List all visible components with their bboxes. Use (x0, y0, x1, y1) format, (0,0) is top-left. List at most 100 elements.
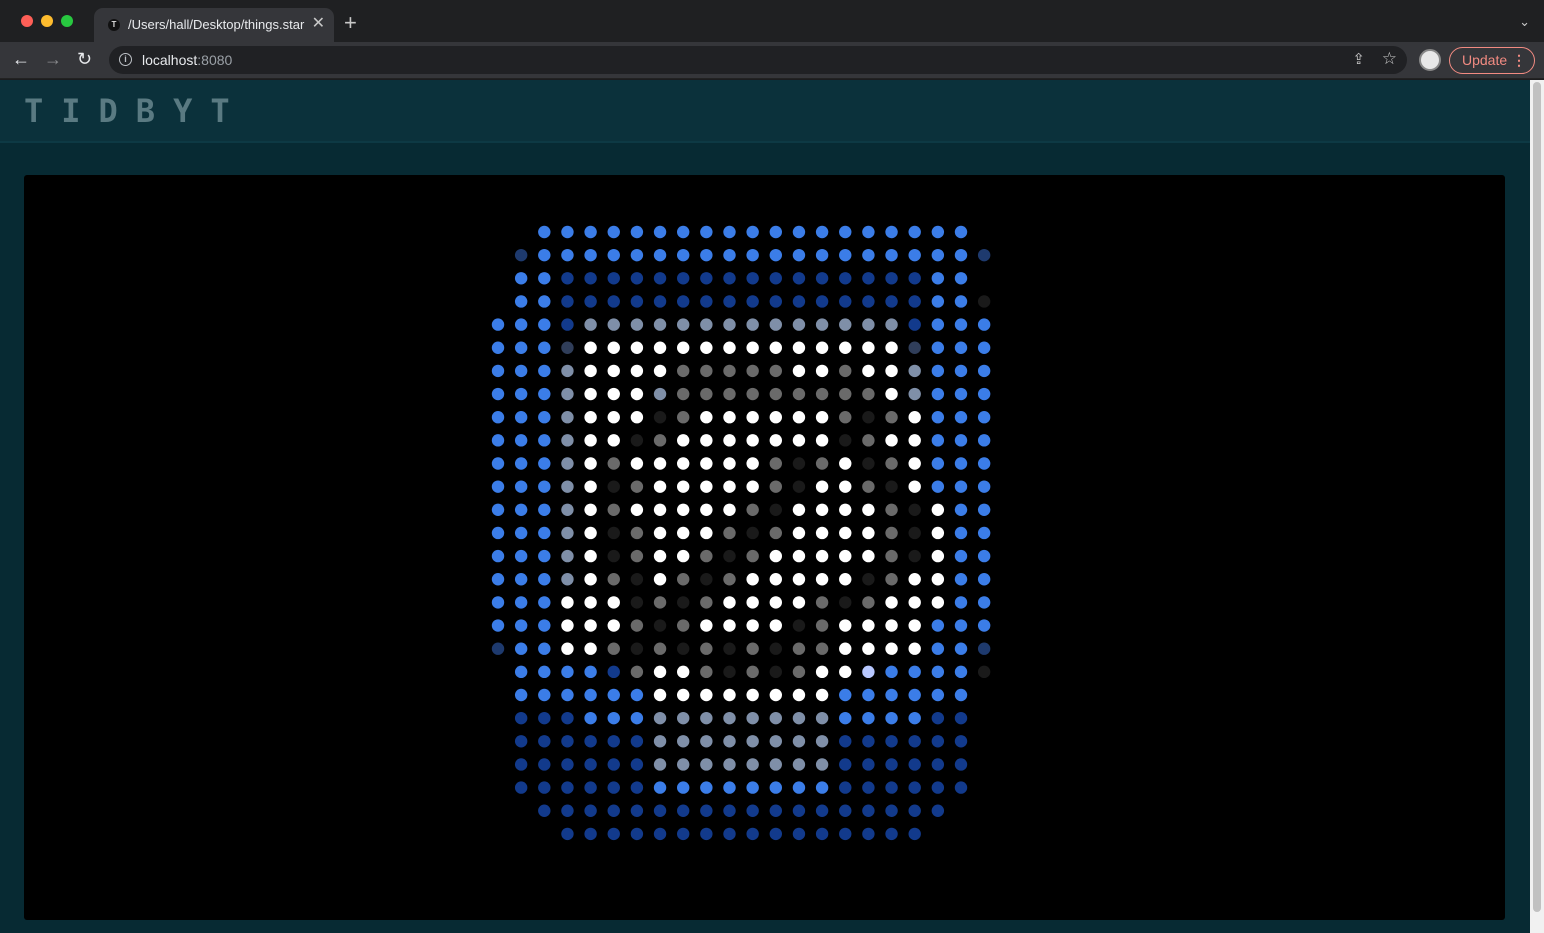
update-button[interactable]: Update ⋮ (1449, 47, 1535, 74)
led-pixel (931, 526, 945, 540)
led-pixel (931, 781, 945, 794)
led-pixel (653, 225, 667, 239)
led-pixel (607, 735, 620, 748)
led-pixel (584, 827, 597, 841)
led-pixel (630, 503, 644, 516)
minimize-window-button[interactable] (41, 15, 53, 27)
led-pixel (538, 295, 551, 308)
led-pixel (653, 827, 667, 841)
led-pixel (653, 434, 667, 447)
led-pixel (630, 711, 644, 725)
led-pixel (815, 827, 829, 841)
led-pixel (607, 434, 620, 447)
led-pixel (561, 295, 574, 308)
led-pixel (839, 272, 852, 285)
led-pixel (700, 781, 713, 794)
url-text[interactable]: localhost:8080 (142, 52, 232, 68)
close-icon[interactable]: ✕ (312, 15, 325, 33)
led-pixel (584, 735, 597, 748)
led-pixel (792, 781, 806, 794)
led-pixel (677, 457, 690, 470)
led-pixel (815, 665, 829, 679)
led-pixel (885, 272, 898, 285)
led-pixel (700, 364, 713, 378)
led-pixel (839, 387, 852, 401)
led-pixel (677, 596, 690, 609)
led-pixel (630, 735, 644, 748)
led-pixel (885, 573, 898, 586)
led-pixel (538, 711, 551, 725)
maximize-window-button[interactable] (61, 15, 73, 27)
led-pixel (908, 619, 921, 632)
led-pixel (514, 272, 528, 285)
led-pixel (746, 596, 759, 609)
led-pixel (700, 387, 713, 401)
browser-tab[interactable]: T /Users/hall/Desktop/things.star ✕ (94, 8, 334, 42)
scroll-thumb[interactable] (1533, 82, 1541, 912)
led-pixel (931, 688, 945, 702)
led-pixel (839, 295, 852, 308)
plus-icon[interactable]: + (344, 12, 357, 34)
profile-avatar[interactable] (1419, 49, 1441, 71)
more-menu-icon[interactable]: ⋮ (1512, 48, 1526, 73)
tab-title: /Users/hall/Desktop/things.star (128, 17, 305, 32)
led-pixel (677, 434, 690, 447)
led-pixel (630, 318, 644, 331)
led-pixel (607, 248, 620, 262)
led-pixel (630, 457, 644, 470)
led-pixel (885, 758, 898, 771)
led-pixel (815, 758, 829, 771)
led-pixel (491, 411, 505, 424)
arrow-right-icon[interactable]: → (44, 48, 62, 70)
led-pixel (491, 480, 505, 493)
address-bar[interactable]: i localhost:8080 ⇪ ☆ (109, 46, 1407, 74)
led-pixel (491, 457, 505, 470)
led-pixel (839, 434, 852, 447)
led-pixel (723, 387, 736, 401)
led-pixel (885, 364, 898, 378)
star-icon[interactable]: ☆ (1382, 49, 1397, 69)
led-pixel (908, 665, 921, 679)
chevron-down-icon[interactable]: ⌄ (1519, 14, 1530, 30)
led-pixel (746, 827, 759, 841)
close-window-button[interactable] (21, 15, 33, 27)
info-icon[interactable]: i (119, 53, 132, 66)
led-pixel (538, 503, 551, 516)
led-pixel (677, 318, 690, 331)
led-pixel (954, 596, 968, 609)
led-pixel (677, 341, 690, 354)
share-icon[interactable]: ⇪ (1352, 50, 1365, 68)
led-pixel (908, 804, 921, 817)
led-pixel (700, 248, 713, 262)
led-pixel (769, 827, 782, 841)
led-pixel (561, 665, 574, 679)
led-pixel (931, 735, 945, 748)
led-pixel (769, 711, 782, 725)
led-pixel (931, 665, 945, 679)
led-pixel (584, 341, 597, 354)
led-pixel (514, 503, 528, 516)
led-pixel (931, 619, 945, 632)
led-pixel (584, 619, 597, 632)
led-pixel (977, 364, 991, 378)
led-pixel (839, 526, 852, 540)
led-pixel (931, 225, 945, 239)
reload-icon[interactable]: ↻ (77, 48, 92, 70)
led-pixel (746, 781, 759, 794)
arrow-left-icon[interactable]: ← (12, 48, 30, 70)
led-pixel (561, 758, 574, 771)
led-pixel (792, 295, 806, 308)
led-pixel (607, 573, 620, 586)
led-pixel (491, 526, 505, 540)
led-pixel (792, 642, 806, 655)
led-pixel (584, 411, 597, 424)
led-pixel (977, 480, 991, 493)
scrollbar[interactable] (1530, 80, 1544, 933)
led-pixel (514, 411, 528, 424)
led-pixel (607, 665, 620, 679)
led-pixel (607, 781, 620, 794)
led-pixel (491, 364, 505, 378)
led-pixel (839, 364, 852, 378)
led-pixel (885, 387, 898, 401)
led-pixel (885, 341, 898, 354)
